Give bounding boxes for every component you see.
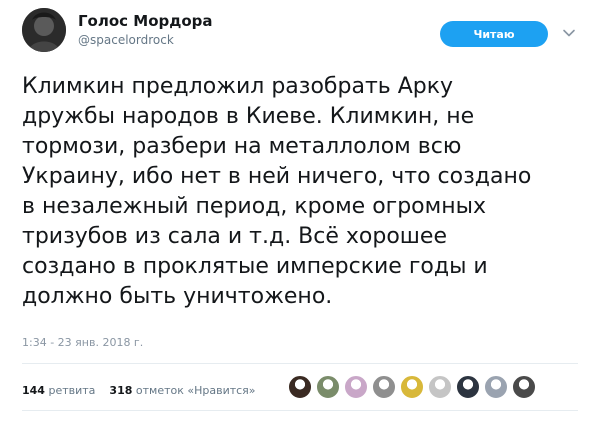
author-handle[interactable]: @spacelordrock bbox=[78, 33, 174, 47]
liker-avatar-8[interactable] bbox=[484, 375, 508, 399]
tweet-text-line: дружбы народов в Киеве. Климкин, не bbox=[22, 104, 475, 129]
tweet-text-line: в незалежный период, кроме огромных bbox=[22, 194, 487, 219]
tweet-stats: 144 ретвита 318 отметок «Нравится» bbox=[22, 384, 266, 397]
tweet-text-line: должно быть уничтожено. bbox=[22, 284, 333, 309]
divider bbox=[22, 410, 578, 411]
liker-avatars bbox=[288, 375, 536, 399]
tweet-text: Климкин предложил разобрать Арку дружбы … bbox=[22, 72, 582, 312]
author-display-name[interactable]: Голос Мордора bbox=[78, 12, 213, 30]
author-avatar[interactable] bbox=[22, 8, 66, 52]
liker-avatar-9[interactable] bbox=[512, 375, 536, 399]
liker-avatar-2[interactable] bbox=[316, 375, 340, 399]
tweet-text-line: Климкин предложил разобрать Арку bbox=[22, 74, 454, 99]
retweets-stat[interactable]: 144 ретвита bbox=[22, 384, 95, 397]
liker-avatar-7[interactable] bbox=[456, 375, 480, 399]
follow-button-label: Читаю bbox=[473, 27, 515, 41]
likes-stat[interactable]: 318 отметок «Нравится» bbox=[109, 384, 255, 397]
tweet-text-line: Украину, ибо нет в ней ничего, что созда… bbox=[22, 164, 532, 189]
tweet-timestamp[interactable]: 1:34 - 23 янв. 2018 г. bbox=[22, 336, 143, 349]
tweet-text-line: тормози, разбери на металлолом всю bbox=[22, 134, 462, 159]
liker-avatar-4[interactable] bbox=[372, 375, 396, 399]
follow-button[interactable]: Читаю bbox=[440, 21, 548, 47]
liker-avatar-1[interactable] bbox=[288, 375, 312, 399]
tweet-text-line: создано в проклятые имперские годы и bbox=[22, 254, 488, 279]
likes-count: 318 bbox=[109, 384, 133, 397]
likes-label: отметок «Нравится» bbox=[135, 384, 256, 397]
tweet-text-line: тризубов из сала и т.д. Всё хорошее bbox=[22, 224, 448, 249]
liker-avatar-3[interactable] bbox=[344, 375, 368, 399]
divider bbox=[22, 363, 578, 364]
retweets-count: 144 bbox=[22, 384, 45, 397]
chevron-down-icon[interactable] bbox=[562, 26, 576, 40]
liker-avatar-5[interactable] bbox=[400, 375, 424, 399]
liker-avatar-6[interactable] bbox=[428, 375, 452, 399]
retweets-label: ретвита bbox=[48, 384, 96, 397]
author-avatar-image bbox=[22, 8, 66, 52]
